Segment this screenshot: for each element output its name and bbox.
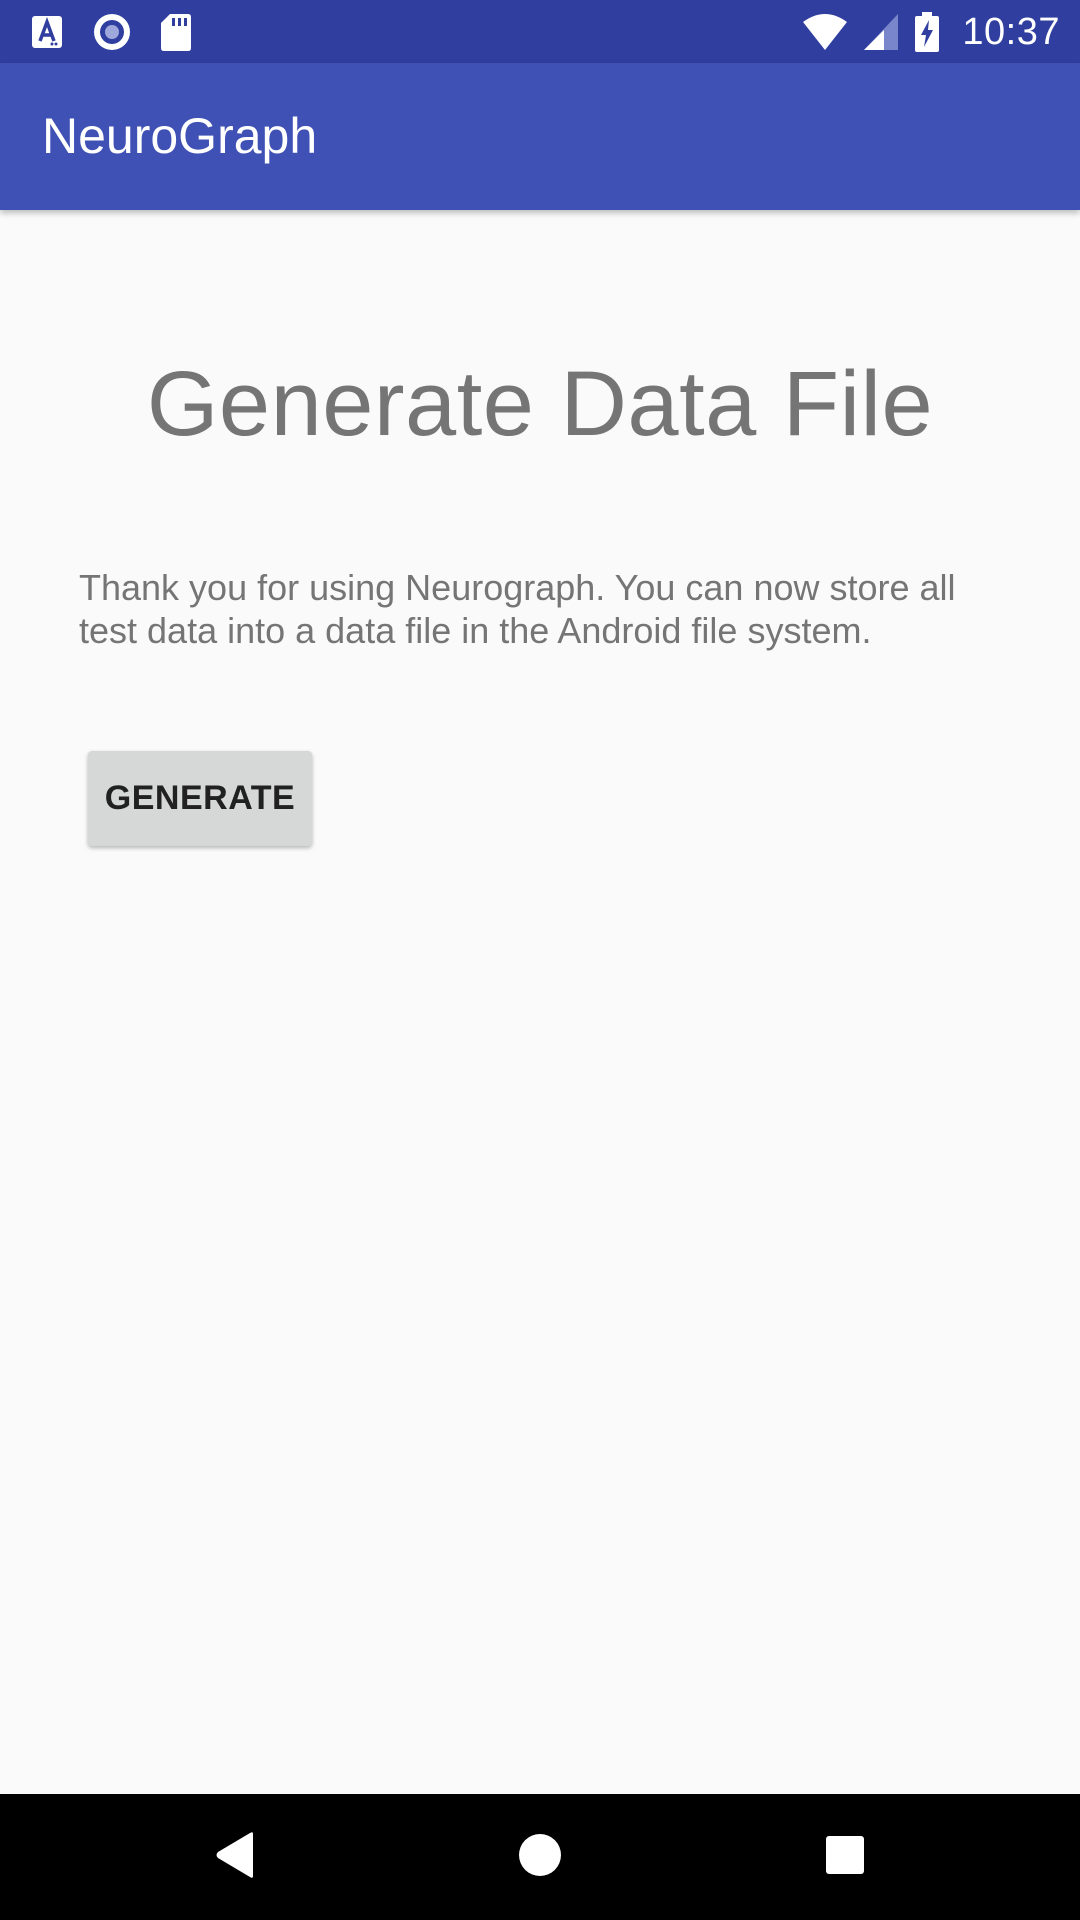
page-heading: Generate Data File [146,353,934,455]
wifi-icon [802,12,848,52]
screen: 10:37 NeuroGraph Generate Data File Than… [0,0,1080,1920]
home-button[interactable] [460,1794,620,1920]
recents-button[interactable] [765,1794,925,1920]
cell-signal-icon [862,12,900,52]
home-icon [518,1833,562,1882]
app-title: NeuroGraph [42,108,318,164]
navigation-bar [0,1794,1080,1920]
status-right-icons: 10:37 [802,8,1060,56]
text-a-notification-icon [30,14,64,50]
back-icon [213,1831,257,1884]
radio-circle-notification-icon [92,12,132,52]
sd-card-icon [160,12,192,52]
recents-icon [825,1835,865,1880]
battery-charging-icon [914,11,940,53]
generate-button[interactable]: GENERATE [88,751,312,846]
back-button[interactable] [155,1794,315,1920]
status-bar: 10:37 [0,0,1080,63]
status-left-icons [30,10,192,54]
status-time: 10:37 [962,10,1060,53]
app-bar: NeuroGraph [0,63,1080,210]
description-text: Thank you for using Neurograph. You can … [79,567,956,651]
